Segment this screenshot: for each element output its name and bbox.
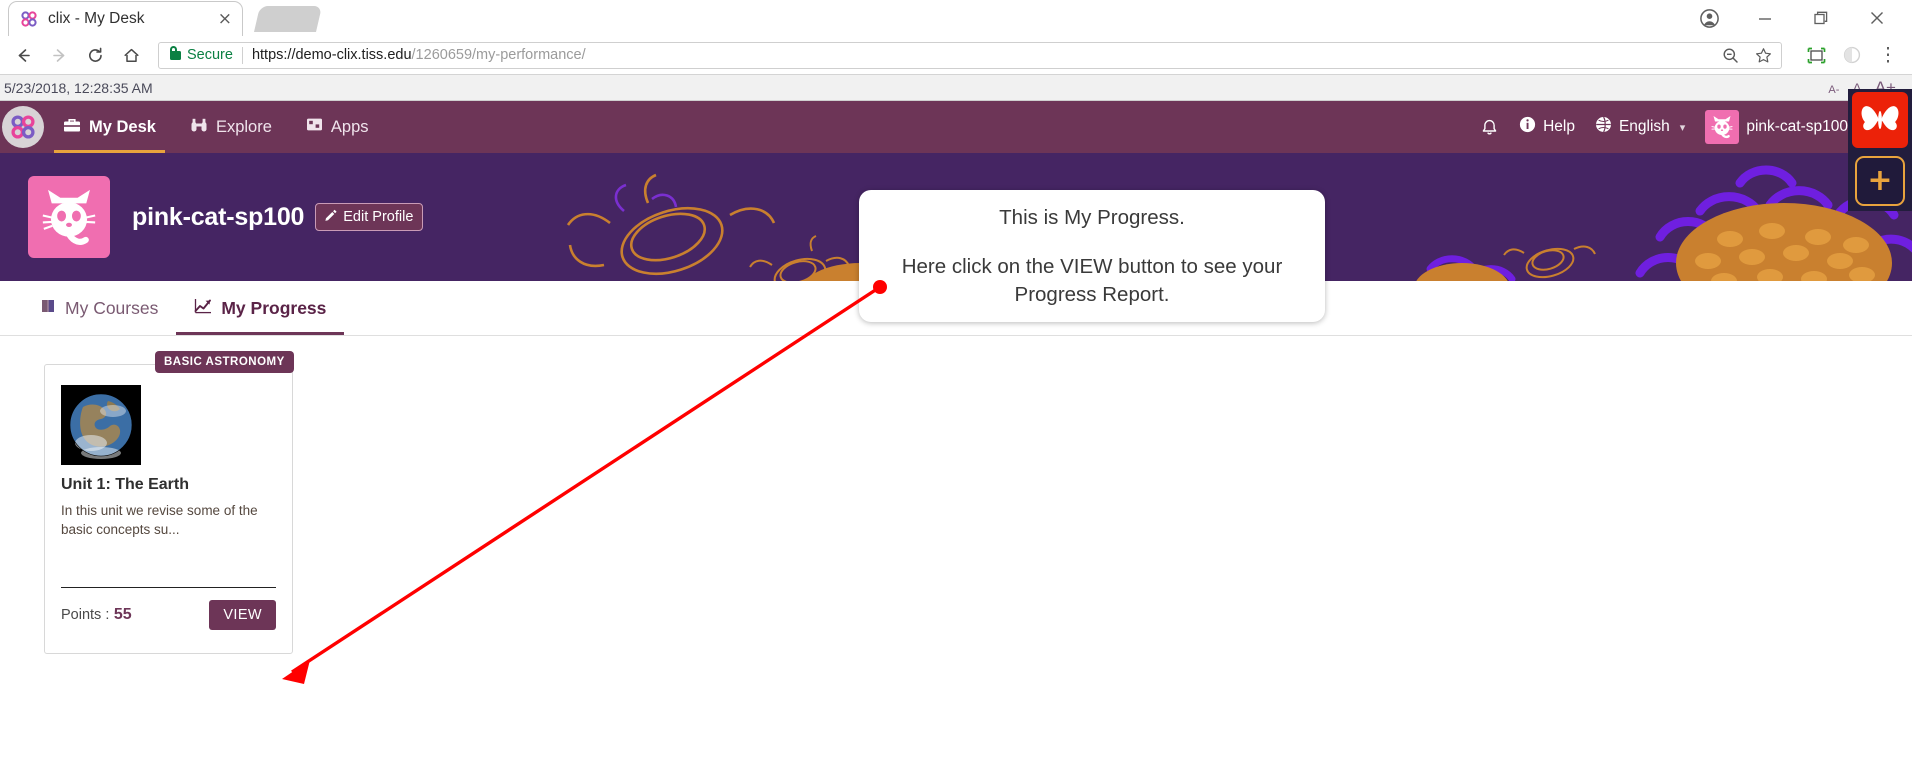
callout-line-1: This is My Progress. — [999, 206, 1185, 230]
forward-button[interactable] — [42, 40, 76, 70]
language-selector[interactable]: English ▾ — [1595, 116, 1685, 138]
new-tab-button[interactable] — [253, 6, 323, 32]
browser-toolbar: Secure https://demo-clix.tiss.edu/126065… — [0, 36, 1912, 75]
browser-tab-title: clix - My Desk — [48, 10, 145, 27]
nav-item-apps[interactable]: Apps — [289, 101, 386, 153]
apps-icon — [306, 117, 323, 137]
url-path: /1260659/my-performance/ — [411, 47, 586, 63]
url-host: https://demo-clix.tiss.edu — [251, 47, 412, 63]
clix-brand-logo-icon[interactable] — [2, 106, 44, 148]
course-card[interactable]: BASIC ASTRONOMY Unit 1: The Earth In thi… — [44, 351, 294, 654]
points-display: Points : 55 — [61, 606, 132, 624]
notifications-bell-icon[interactable] — [1480, 118, 1499, 137]
window-controls — [1698, 0, 1912, 36]
avatar[interactable] — [28, 176, 110, 258]
tab-label-my-progress: My Progress — [221, 297, 327, 318]
username-label: pink-cat-sp100 — [1746, 118, 1848, 135]
card-divider — [61, 587, 276, 589]
screenshot-icon[interactable] — [1806, 45, 1826, 65]
maximize-button[interactable] — [1810, 7, 1832, 29]
profile-icon[interactable] — [1698, 7, 1720, 29]
clix-logo-icon — [19, 9, 39, 29]
extension-icon[interactable] — [1842, 45, 1862, 65]
earth-image — [61, 385, 141, 465]
back-button[interactable] — [6, 40, 40, 70]
minimize-button[interactable] — [1754, 7, 1776, 29]
floating-widget: + — [1848, 89, 1912, 211]
chart-line-icon — [194, 298, 212, 319]
points-label: Points : — [61, 607, 110, 624]
course-title: Unit 1: The Earth — [61, 476, 190, 493]
omnibox-divider — [241, 46, 243, 64]
tooltip-callout: This is My Progress. Here click on the V… — [859, 190, 1325, 322]
nav-label-explore: Explore — [215, 117, 272, 136]
globe-icon — [1595, 116, 1612, 138]
help-button[interactable]: Help — [1519, 116, 1575, 138]
progress-content: BASIC ASTRONOMY Unit 1: The Earth In thi… — [0, 336, 1912, 654]
tab-my-courses[interactable]: My Courses — [22, 281, 176, 335]
pencil-icon — [324, 208, 337, 225]
browser-chrome: clix - My Desk × Secure https://demo-cli… — [0, 0, 1912, 75]
nav-item-my-desk[interactable]: My Desk — [46, 101, 173, 153]
course-badge: BASIC ASTRONOMY — [155, 351, 294, 373]
points-value: 55 — [113, 606, 132, 624]
address-bar[interactable]: Secure https://demo-clix.tiss.edu/126065… — [158, 41, 1782, 69]
tab-my-progress[interactable]: My Progress — [176, 281, 345, 335]
app-navigation-bar: My Desk Explore Apps Help English ▾ pink… — [0, 101, 1912, 153]
card-footer: Points : 55 VIEW — [61, 600, 276, 631]
browser-tabstrip: clix - My Desk × — [0, 0, 1912, 36]
browser-menu-icon[interactable]: ⋮ — [1878, 45, 1898, 66]
edit-profile-button[interactable]: Edit Profile — [315, 203, 424, 231]
nav-item-explore[interactable]: Explore — [173, 101, 289, 153]
avatar — [1705, 110, 1740, 144]
lock-icon — [170, 45, 181, 60]
binoculars-icon — [190, 117, 208, 138]
url-text: https://demo-clix.tiss.edu/1260659/my-pe… — [252, 47, 586, 63]
briefcase-icon — [63, 117, 81, 138]
view-button[interactable]: VIEW — [209, 600, 276, 631]
edit-profile-label: Edit Profile — [343, 208, 414, 225]
extension-icons: ⋮ — [1806, 45, 1898, 66]
help-label: Help — [1543, 118, 1575, 135]
omnibox-actions — [1710, 45, 1773, 65]
info-icon — [1519, 116, 1536, 138]
font-decrease-button[interactable]: A- — [1828, 84, 1839, 96]
callout-line-2: Here click on the VIEW button to see you… — [901, 255, 1283, 306]
course-description: In this unit we revise some of the basic… — [61, 503, 258, 538]
nav-label-my-desk: My Desk — [89, 117, 156, 136]
close-icon[interactable]: × — [218, 10, 232, 28]
bookmark-star-icon[interactable] — [1753, 45, 1773, 65]
page-title: pink-cat-sp100 — [132, 202, 305, 231]
reload-button[interactable] — [78, 40, 112, 70]
nav-label-apps: Apps — [330, 117, 369, 136]
chevron-down-icon: ▾ — [1679, 121, 1686, 134]
secure-label: Secure — [187, 47, 233, 63]
language-label: English — [1618, 118, 1670, 135]
browser-tab-active[interactable]: clix - My Desk × — [8, 1, 243, 36]
tab-label-my-courses: My Courses — [65, 297, 159, 318]
page-status-strip: 5/23/2018, 12:28:35 AM A- A A+ — [0, 75, 1912, 101]
add-button[interactable]: + — [1855, 156, 1905, 206]
zoom-out-icon[interactable] — [1720, 45, 1740, 65]
book-icon — [40, 298, 56, 319]
home-button[interactable] — [114, 40, 148, 70]
tabstrip-filler — [319, 0, 1698, 36]
session-timestamp: 5/23/2018, 12:28:35 AM — [4, 79, 153, 96]
butterfly-icon[interactable] — [1852, 92, 1908, 148]
user-menu[interactable]: pink-cat-sp100 — [1705, 110, 1848, 144]
window-close-button[interactable] — [1866, 7, 1888, 29]
